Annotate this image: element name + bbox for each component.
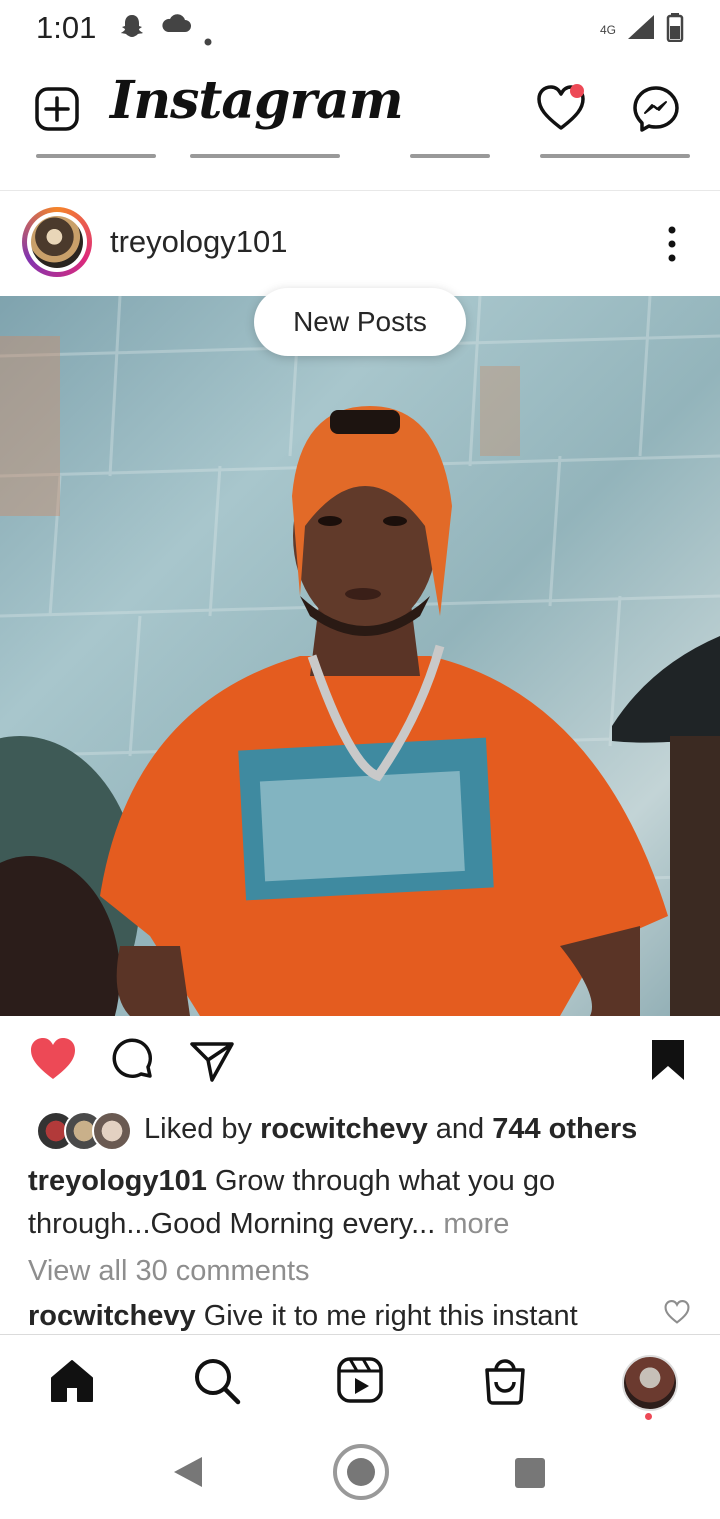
liked-user[interactable]: rocwitchevy xyxy=(260,1113,428,1145)
home-circle-icon[interactable] xyxy=(332,1443,390,1506)
share-icon[interactable] xyxy=(188,1040,236,1089)
post-caption: treyology101 Grow through what you go th… xyxy=(28,1160,668,1246)
likes-summary[interactable]: Liked by rocwitchevy and 744 others xyxy=(144,1113,637,1146)
post-avatar[interactable] xyxy=(31,216,83,268)
reels-icon[interactable] xyxy=(336,1356,384,1409)
new-posts-pill[interactable]: New Posts xyxy=(254,288,466,356)
profile-notification-dot xyxy=(645,1413,652,1420)
divider xyxy=(0,190,720,191)
like-heart-icon[interactable] xyxy=(28,1036,78,1087)
snapchat-notification-icon xyxy=(118,12,146,47)
system-nav-bar xyxy=(0,1427,720,1519)
messenger-icon[interactable] xyxy=(631,84,681,139)
battery-icon xyxy=(666,12,684,47)
comment-icon[interactable] xyxy=(110,1038,156,1089)
app-title: Instagram xyxy=(110,70,404,131)
more-options-icon[interactable] xyxy=(660,222,684,266)
home-icon[interactable] xyxy=(48,1358,96,1409)
liked-prefix: Liked by xyxy=(144,1113,253,1145)
back-icon[interactable] xyxy=(172,1455,204,1494)
liked-by-avatars[interactable] xyxy=(36,1111,132,1151)
stories-tray-edge xyxy=(0,154,720,166)
bookmark-icon[interactable] xyxy=(650,1038,686,1087)
new-posts-label[interactable]: New Posts xyxy=(293,306,427,338)
liked-and: and xyxy=(435,1113,485,1145)
search-icon[interactable] xyxy=(192,1356,242,1411)
activity-heart-icon[interactable] xyxy=(535,82,591,139)
post-username[interactable]: treyology101 xyxy=(110,224,288,260)
new-post-icon[interactable] xyxy=(34,86,80,137)
photo-illustration xyxy=(0,296,720,1016)
shop-icon[interactable] xyxy=(482,1356,528,1411)
comment-text: Give it to me right this instant xyxy=(203,1300,578,1332)
recents-icon[interactable] xyxy=(514,1457,546,1494)
caption-username[interactable]: treyology101 xyxy=(28,1165,207,1197)
status-right: 4G xyxy=(600,12,684,47)
status-time: 1:01 xyxy=(36,10,97,45)
bottom-nav-divider xyxy=(0,1334,720,1335)
profile-avatar[interactable] xyxy=(622,1355,678,1411)
comment-like-heart-icon[interactable] xyxy=(664,1300,690,1329)
view-all-comments-link[interactable]: View all 30 comments xyxy=(28,1255,310,1288)
dot-indicator xyxy=(204,22,212,53)
network-label: 4G xyxy=(599,22,616,37)
liked-others[interactable]: 744 others xyxy=(492,1113,637,1145)
comment-preview: rocwitchevy Give it to me right this ins… xyxy=(28,1300,578,1333)
cloud-icon xyxy=(160,12,192,43)
post-photo[interactable] xyxy=(0,296,720,1016)
comment-username[interactable]: rocwitchevy xyxy=(28,1300,196,1332)
status-bar: 1:01 4G xyxy=(0,0,720,56)
caption-more-link[interactable]: more xyxy=(443,1208,509,1240)
signal-icon xyxy=(626,13,656,46)
